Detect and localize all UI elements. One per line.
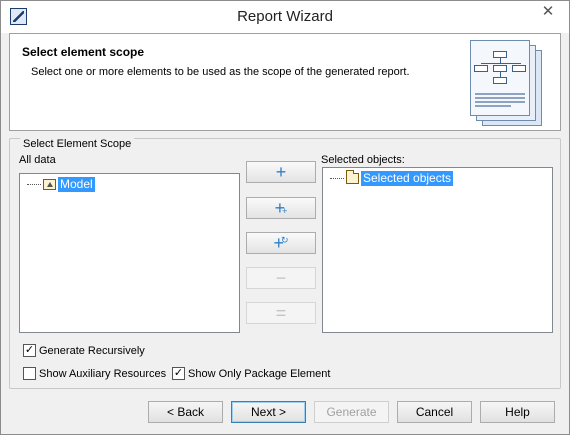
cancel-button[interactable]: Cancel (397, 401, 472, 423)
checkbox-label: Show Only Package Element (188, 367, 331, 380)
window-title: Report Wizard (237, 8, 333, 25)
remove-button[interactable]: − (246, 267, 316, 289)
all-data-label: All data (19, 154, 56, 166)
all-data-tree[interactable]: Model (19, 173, 240, 333)
folder-icon (346, 170, 359, 184)
page-description: Select one or more elements to be used a… (31, 66, 410, 78)
model-package-icon (43, 179, 56, 190)
tree-item-model[interactable]: Model (27, 177, 95, 192)
tree-item-label: Model (58, 177, 95, 192)
generate-button[interactable]: Generate (314, 401, 389, 423)
selected-objects-label: Selected objects: (321, 154, 405, 166)
wizard-header: Select element scope Select one or more … (9, 33, 561, 131)
checkbox-label: Show Auxiliary Resources (39, 367, 167, 380)
show-auxiliary-resources-checkbox[interactable]: Show Auxiliary Resources (23, 367, 166, 380)
checkbox-checked-icon[interactable]: ✓ (23, 344, 36, 357)
add-nested-button[interactable]: + ↻ (246, 232, 316, 254)
tree-item-label: Selected objects (361, 171, 454, 186)
plus-icon: + (275, 162, 287, 182)
next-button[interactable]: Next > (231, 401, 306, 423)
title-bar[interactable]: Report Wizard ✕ (1, 1, 569, 33)
checkbox-label: Generate Recursively (39, 344, 145, 357)
checkbox-checked-icon[interactable]: ✓ (172, 367, 185, 380)
minus-icon: − (275, 268, 287, 288)
add-recursive-button[interactable]: + + (246, 197, 316, 219)
generate-recursively-checkbox[interactable]: ✓ Generate Recursively (23, 344, 145, 357)
help-button[interactable]: Help (480, 401, 555, 423)
report-wizard-window: Report Wizard ✕ Select element scope Sel… (0, 0, 570, 435)
checkbox-unchecked-icon[interactable] (23, 367, 36, 380)
close-button[interactable]: ✕ (531, 2, 565, 22)
report-document-icon (468, 40, 544, 126)
page-title: Select element scope (22, 45, 145, 59)
remove-all-icon: = (275, 303, 287, 323)
remove-all-button[interactable]: = (246, 302, 316, 324)
show-only-package-element-checkbox[interactable]: ✓ Show Only Package Element (172, 367, 330, 380)
tree-item-selected-objects[interactable]: Selected objects (330, 170, 454, 186)
group-legend: Select Element Scope (20, 138, 135, 150)
back-button[interactable]: < Back (148, 401, 223, 423)
selected-objects-tree[interactable]: Selected objects (322, 167, 553, 333)
add-button[interactable]: + (246, 161, 316, 183)
